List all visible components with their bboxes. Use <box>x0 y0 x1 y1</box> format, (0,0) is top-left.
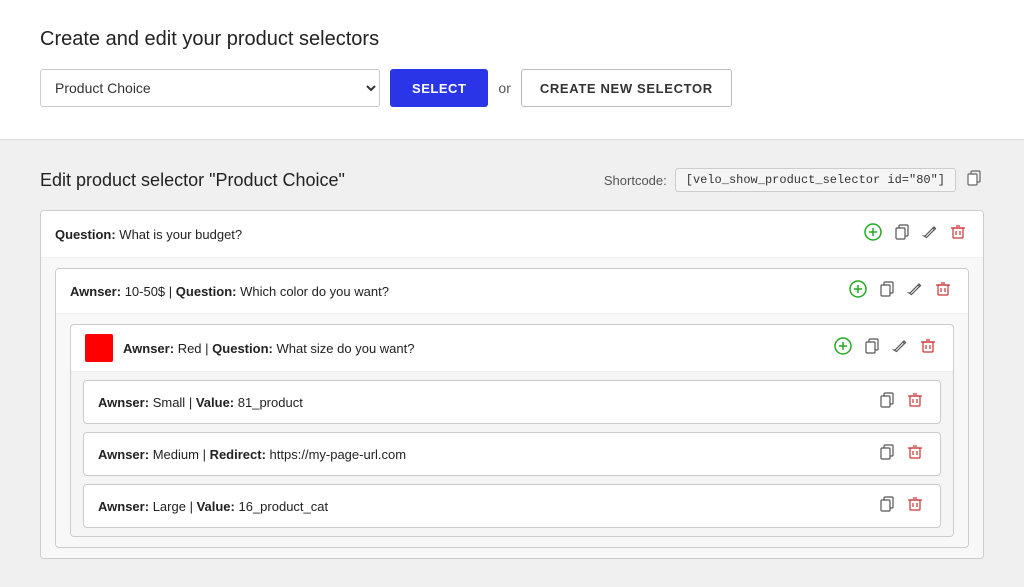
answer-red-delete-button[interactable] <box>917 336 939 360</box>
question-label-color: Question: <box>176 284 237 299</box>
size-small-actions <box>876 390 926 414</box>
edit-title: Edit product selector "Product Choice" <box>40 170 345 191</box>
size-small-delete-button[interactable] <box>904 390 926 414</box>
size-text-medium: Awnser: Medium | Redirect: https://my-pa… <box>98 447 406 462</box>
question-1-copy-button[interactable] <box>891 222 913 246</box>
clipboard-icon <box>966 170 982 186</box>
redirect-label-medium: Redirect: <box>210 447 266 462</box>
answer-red-copy-button[interactable] <box>861 336 883 360</box>
question-1-delete-button[interactable] <box>947 222 969 246</box>
answer-red-actions <box>831 335 939 361</box>
question-row-1: Question: What is your budget? <box>41 211 983 258</box>
awnser-label-medium: Awnser: <box>98 447 149 462</box>
value-label-small: Value: <box>196 395 234 410</box>
select-button[interactable]: SELECT <box>390 69 488 107</box>
question-text-1: Question: What is your budget? <box>55 227 242 242</box>
question-1-actions <box>861 221 969 247</box>
awnser-value-medium: Medium <box>153 447 199 462</box>
size-row-small: Awnser: Small | Value: 81_product <box>83 380 941 424</box>
bottom-section: Edit product selector "Product Choice" S… <box>0 140 1024 587</box>
answer-row-inner-red: Awnser: Red | Question: What size do you… <box>85 334 415 362</box>
awnser-value-budget: 10-50$ <box>125 284 165 299</box>
question-value-size: What size do you want? <box>276 341 414 356</box>
create-new-selector-button[interactable]: CREATE NEW SELECTOR <box>521 69 732 107</box>
redirect-value-medium: https://my-page-url.com <box>270 447 407 462</box>
size-small-copy-button[interactable] <box>876 390 898 414</box>
nested-answer-block-red: Awnser: Red | Question: What size do you… <box>70 324 954 537</box>
answer-block-1: Awnser: 10-50$ | Question: Which color d… <box>55 268 969 548</box>
question-block-1: Question: What is your budget? <box>40 210 984 559</box>
size-text-small: Awnser: Small | Value: 81_product <box>98 395 303 410</box>
page-title: Create and edit your product selectors <box>40 28 984 51</box>
answer-budget-add-button[interactable] <box>846 278 870 304</box>
nested-answer-row-red: Awnser: Red | Question: What size do you… <box>71 325 953 372</box>
deep-nested-size-answers: Awnser: Small | Value: 81_product <box>71 372 953 536</box>
answer-budget-copy-button[interactable] <box>876 279 898 303</box>
shortcode-value: [velo_show_product_selector id="80"] <box>675 168 956 192</box>
answer-budget-edit-button[interactable] <box>904 279 926 303</box>
awnser-value-large: Large <box>153 499 186 514</box>
awnser-value-small: Small <box>153 395 186 410</box>
answer-text-red: Awnser: Red | Question: What size do you… <box>123 341 415 356</box>
product-selector-dropdown[interactable]: Product Choice <box>40 69 380 107</box>
question-label-size: Question: <box>212 341 273 356</box>
shortcode-area: Shortcode: [velo_show_product_selector i… <box>604 168 984 192</box>
top-section: Create and edit your product selectors P… <box>0 0 1024 140</box>
size-large-delete-button[interactable] <box>904 494 926 518</box>
copy-shortcode-button[interactable] <box>964 168 984 192</box>
edit-header: Edit product selector "Product Choice" S… <box>40 168 984 192</box>
size-medium-copy-button[interactable] <box>876 442 898 466</box>
size-row-large: Awnser: Large | Value: 16_product_cat <box>83 484 941 528</box>
size-large-copy-button[interactable] <box>876 494 898 518</box>
size-medium-actions <box>876 442 926 466</box>
selector-row: Product Choice SELECT or CREATE NEW SELE… <box>40 69 984 107</box>
answer-red-edit-button[interactable] <box>889 336 911 360</box>
answer-row-budget: Awnser: 10-50$ | Question: Which color d… <box>56 269 968 314</box>
awnser-label-large: Awnser: <box>98 499 149 514</box>
question-1-edit-button[interactable] <box>919 222 941 246</box>
or-separator: or <box>498 80 510 96</box>
size-medium-delete-button[interactable] <box>904 442 926 466</box>
answer-red-add-button[interactable] <box>831 335 855 361</box>
awnser-value-red: Red <box>178 341 202 356</box>
answers-container-1: Awnser: 10-50$ | Question: Which color d… <box>41 258 983 558</box>
awnser-label-red: Awnser: <box>123 341 174 356</box>
value-label-large: Value: <box>197 499 235 514</box>
answer-text-budget: Awnser: 10-50$ | Question: Which color d… <box>70 284 389 299</box>
shortcode-label: Shortcode: <box>604 173 667 188</box>
question-1-add-button[interactable] <box>861 221 885 247</box>
size-large-actions <box>876 494 926 518</box>
question-label-1: Question: <box>55 227 116 242</box>
value-text-large: 16_product_cat <box>238 499 328 514</box>
awnser-label-small: Awnser: <box>98 395 149 410</box>
question-value-color: Which color do you want? <box>240 284 389 299</box>
size-text-large: Awnser: Large | Value: 16_product_cat <box>98 499 328 514</box>
value-text-small: 81_product <box>238 395 303 410</box>
color-swatch-red <box>85 334 113 362</box>
answer-budget-actions <box>846 278 954 304</box>
awnser-label-budget: Awnser: <box>70 284 121 299</box>
question-value-1: What is your budget? <box>119 227 242 242</box>
size-row-medium: Awnser: Medium | Redirect: https://my-pa… <box>83 432 941 476</box>
nested-answers-color: Awnser: Red | Question: What size do you… <box>56 314 968 547</box>
answer-budget-delete-button[interactable] <box>932 279 954 303</box>
